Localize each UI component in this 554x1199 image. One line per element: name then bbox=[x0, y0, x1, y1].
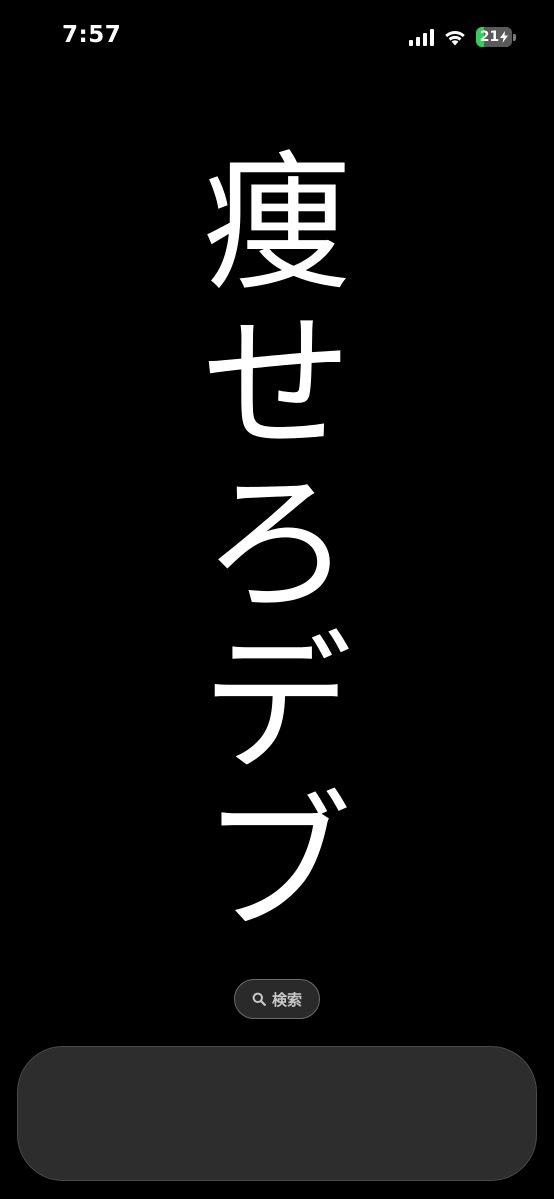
wallpaper-vertical-text: 痩 せ ろ デ ブ bbox=[177, 145, 377, 945]
wallpaper-char: デ bbox=[201, 618, 352, 792]
search-label: 検索 bbox=[271, 990, 302, 1009]
status-time: 7:57 bbox=[62, 22, 122, 48]
battery-cap bbox=[513, 33, 516, 41]
battery-level: 21 bbox=[479, 29, 500, 45]
status-bar: 7:57 21 bbox=[0, 0, 554, 76]
app-dock[interactable] bbox=[17, 1046, 537, 1181]
status-icons: 21 bbox=[409, 25, 516, 49]
wallpaper-char: ブ bbox=[201, 778, 352, 952]
wallpaper-char: せ bbox=[201, 298, 352, 472]
wifi-icon bbox=[445, 30, 465, 46]
battery-indicator: 21 bbox=[476, 27, 512, 47]
search-icon bbox=[252, 992, 266, 1006]
wallpaper-char: ろ bbox=[201, 458, 352, 632]
bolt-icon bbox=[500, 31, 509, 43]
wallpaper-char: 痩 bbox=[201, 138, 352, 312]
search-button[interactable]: 検索 bbox=[234, 979, 320, 1019]
cellular-signal-icon bbox=[409, 28, 434, 46]
